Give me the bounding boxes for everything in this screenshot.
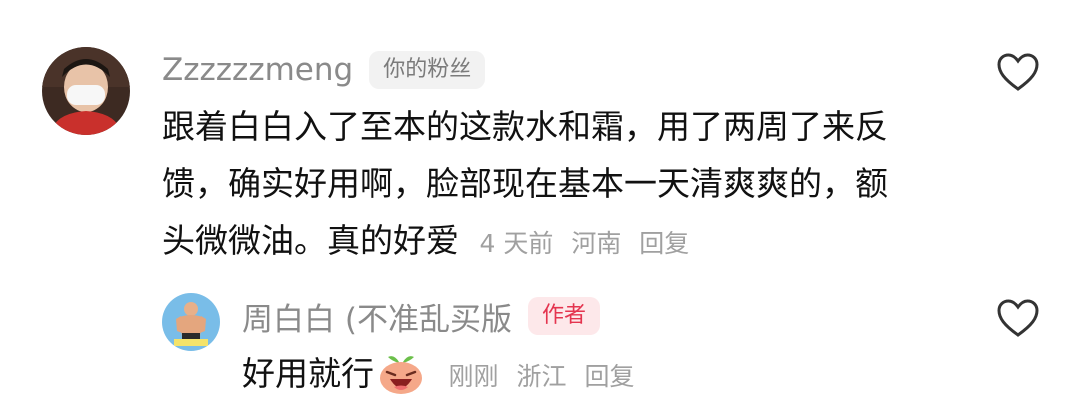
comment-text-line: 馈，确实好用啊，脸部现在基本一天清爽爽的，额 xyxy=(162,164,888,203)
comment-meta: 4 天前 河南 回复 xyxy=(470,229,690,258)
comment-meta: 刚刚 浙江 回复 xyxy=(439,362,635,391)
laughing-peach-emoji-icon xyxy=(378,353,424,412)
comment-text-line: 头微微油。真的好爱 xyxy=(162,221,459,260)
reply-button[interactable]: 回复 xyxy=(639,229,689,258)
comment-time: 刚刚 xyxy=(448,362,499,391)
username[interactable]: 周白白 (不准乱买版 xyxy=(242,294,512,339)
heart-icon xyxy=(997,53,1039,91)
comment-last-line: 头微微油。真的好爱 4 天前 河南 回复 xyxy=(162,212,952,272)
avatar-image xyxy=(162,293,220,351)
avatar[interactable] xyxy=(42,47,130,135)
fan-badge: 你的粉丝 xyxy=(369,50,486,90)
comment-location: 河南 xyxy=(571,229,622,258)
heart-icon xyxy=(997,299,1039,337)
avatar-image xyxy=(42,47,130,135)
like-button[interactable] xyxy=(996,298,1040,338)
avatar[interactable] xyxy=(162,293,220,351)
username[interactable]: Zzzzzzmeng xyxy=(162,52,353,88)
reply-button[interactable]: 回复 xyxy=(584,362,634,391)
comment-text-line: 跟着白白入了至本的这款水和霜，用了两周了来反 xyxy=(162,107,888,146)
comment-location: 浙江 xyxy=(516,362,567,391)
comment-text: 好用就行 刚刚 浙江 回复 xyxy=(242,345,962,412)
like-button[interactable] xyxy=(996,52,1040,92)
comment-text-line: 好用就行 xyxy=(242,354,374,393)
comment-time: 4 天前 xyxy=(479,229,554,258)
comment-text: 跟着白白入了至本的这款水和霜，用了两周了来反 馈，确实好用啊，脸部现在基本一天清… xyxy=(162,98,952,272)
author-badge: 作者 xyxy=(527,296,600,336)
